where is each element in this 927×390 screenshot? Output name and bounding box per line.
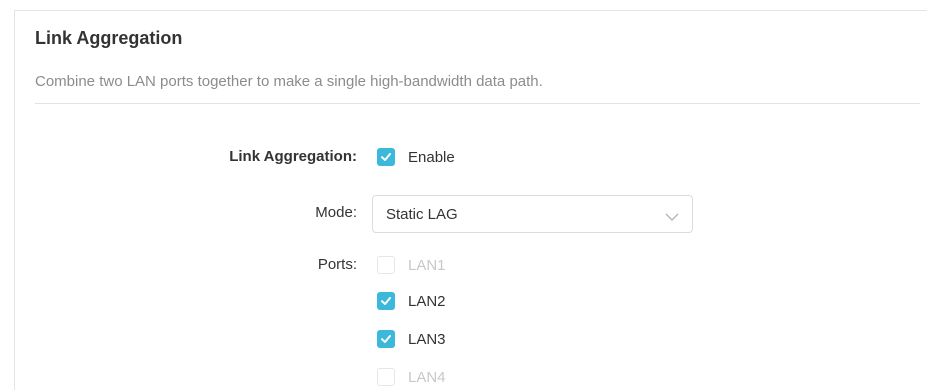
port-label-lan1: LAN1 (408, 256, 446, 274)
checkbox-checked-icon (377, 292, 395, 310)
port-checkbox-lan3[interactable]: LAN3 (377, 328, 446, 350)
port-label-lan2: LAN2 (408, 292, 446, 310)
checkbox-checked-icon (377, 330, 395, 348)
ports-label: Ports: (317, 256, 357, 273)
port-label-lan3: LAN3 (408, 330, 446, 348)
checkbox-empty-icon (377, 368, 395, 386)
enable-checkbox[interactable]: Enable (377, 146, 455, 168)
link-aggregation-label: Link Aggregation: (229, 148, 357, 165)
section-description: Combine two LAN ports together to make a… (35, 73, 543, 90)
checkbox-empty-icon (377, 256, 395, 274)
divider (35, 103, 920, 104)
mode-label: Mode: (315, 204, 357, 221)
section-title: Link Aggregation (35, 28, 183, 48)
port-checkbox-lan1[interactable]: LAN1 (377, 254, 446, 276)
port-checkbox-lan4[interactable]: LAN4 (377, 366, 446, 388)
chevron-down-icon (665, 209, 679, 221)
mode-select[interactable]: Static LAG (372, 195, 693, 233)
link-aggregation-panel: Link Aggregation Combine two LAN ports t… (14, 10, 927, 390)
checkbox-checked-icon (377, 148, 395, 166)
enable-label: Enable (408, 148, 455, 166)
mode-select-value: Static LAG (386, 206, 458, 223)
port-checkbox-lan2[interactable]: LAN2 (377, 290, 446, 312)
port-label-lan4: LAN4 (408, 368, 446, 386)
